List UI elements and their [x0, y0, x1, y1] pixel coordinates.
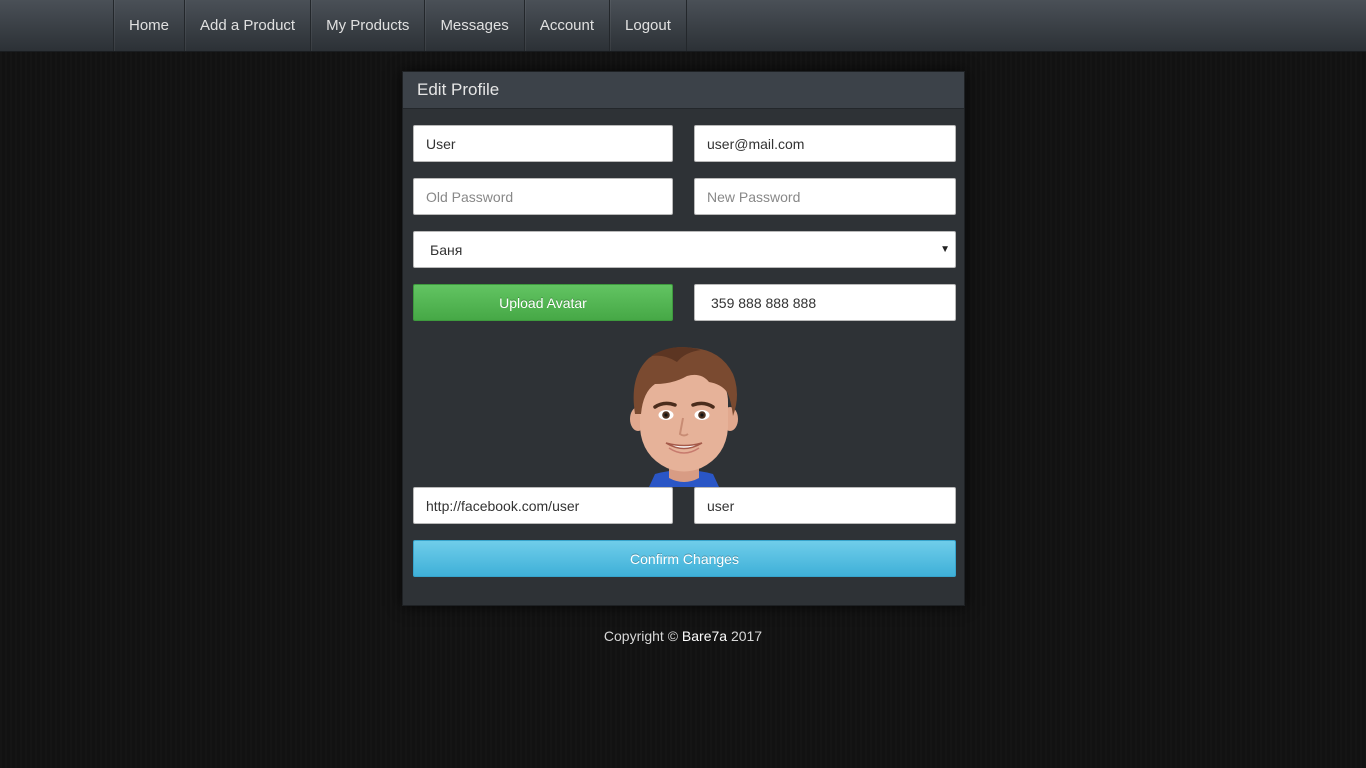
- confirm-changes-button[interactable]: Confirm Changes: [413, 540, 956, 577]
- copyright-prefix: Copyright ©: [603, 628, 679, 644]
- footer: Copyright © Bare7a 2017: [0, 628, 1366, 644]
- city-select-value: Баня: [430, 241, 463, 258]
- new-password-field[interactable]: [694, 178, 956, 215]
- brand-link[interactable]: Bare7a: [682, 628, 727, 644]
- panel-title: Edit Profile: [403, 72, 964, 109]
- top-navbar: Home Add a Product My Products Messages …: [0, 0, 1366, 52]
- nav-item-my-products[interactable]: My Products: [311, 0, 426, 51]
- skype-field[interactable]: [694, 487, 956, 524]
- upload-avatar-button[interactable]: Upload Avatar: [413, 284, 673, 321]
- email-field[interactable]: [694, 125, 956, 162]
- chevron-down-icon: ▼: [940, 244, 950, 255]
- facebook-field[interactable]: [413, 487, 673, 524]
- old-password-field[interactable]: [413, 178, 673, 215]
- edit-profile-panel: Edit Profile Баня ▼ Upload Avatar Confir…: [402, 71, 965, 606]
- nav-menu: Home Add a Product My Products Messages …: [113, 0, 687, 51]
- username-field[interactable]: [413, 125, 673, 162]
- nav-item-account[interactable]: Account: [525, 0, 611, 51]
- nav-item-add-product[interactable]: Add a Product: [185, 0, 312, 51]
- avatar-image: [630, 347, 738, 487]
- city-select[interactable]: Баня ▼: [413, 231, 956, 268]
- nav-item-home[interactable]: Home: [114, 0, 186, 51]
- copyright-year: 2017: [730, 628, 763, 644]
- nav-item-messages[interactable]: Messages: [425, 0, 525, 51]
- nav-item-logout[interactable]: Logout: [610, 0, 687, 51]
- phone-field[interactable]: [694, 284, 956, 321]
